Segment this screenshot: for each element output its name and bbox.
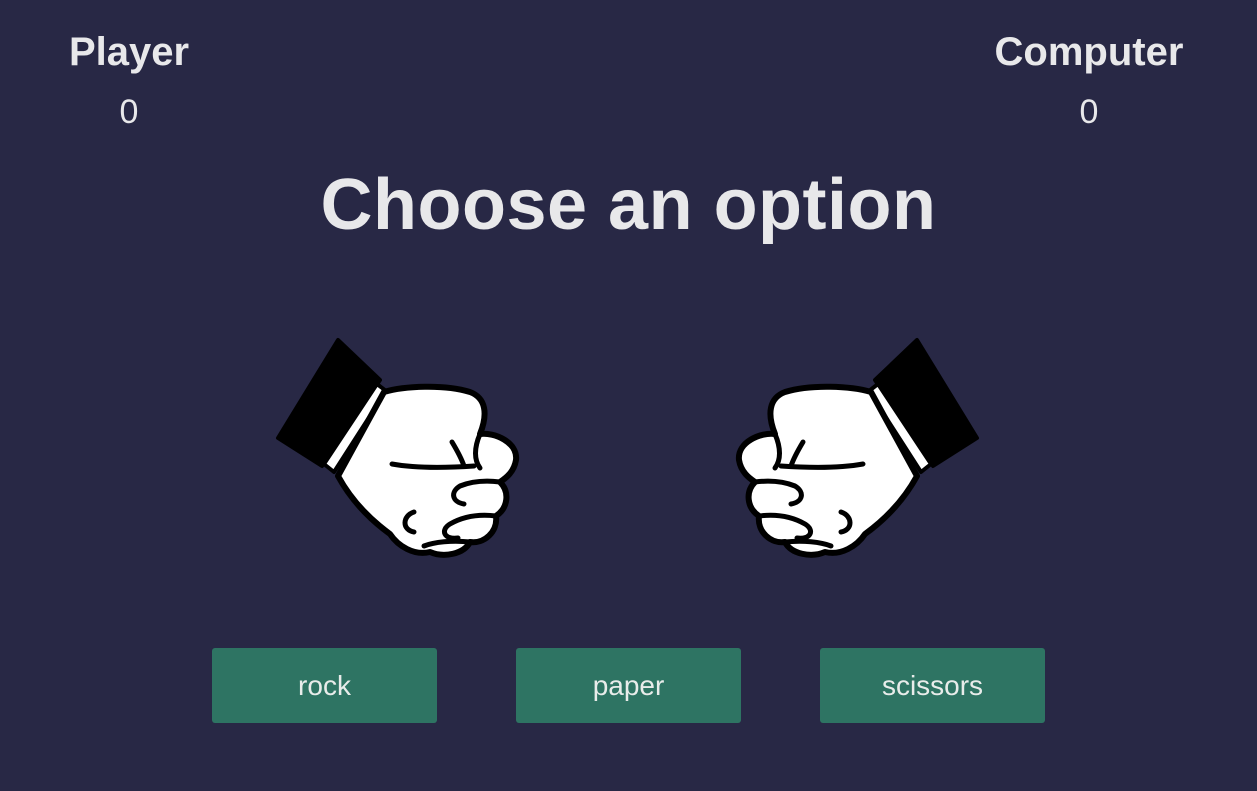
computer-fist-icon [736, 338, 979, 558]
player-score: 0 [119, 93, 139, 131]
computer-score: 0 [1079, 93, 1099, 131]
computer-label: Computer [994, 30, 1184, 74]
computer-score-panel: Computer 0 [978, 28, 1200, 132]
player-score-panel: Player 0 [58, 28, 200, 132]
player-fist-icon [276, 338, 519, 558]
page-title: Choose an option [320, 165, 937, 245]
scissors-button[interactable]: scissors [820, 648, 1045, 723]
rock-button[interactable]: rock [212, 648, 437, 723]
player-label: Player [68, 30, 190, 74]
paper-button[interactable]: paper [516, 648, 741, 723]
